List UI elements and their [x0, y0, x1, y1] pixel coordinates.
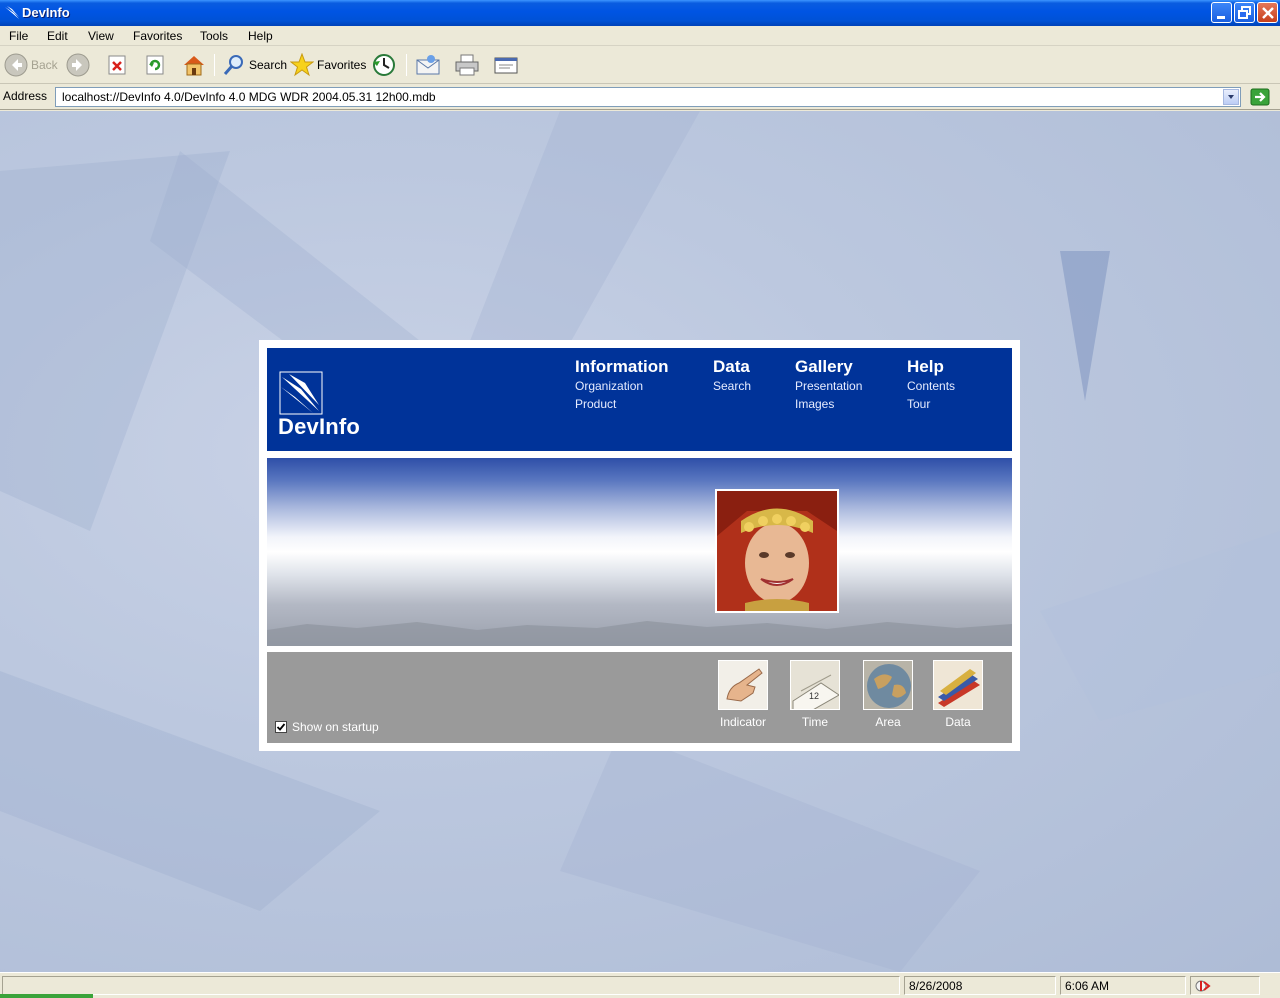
menu-tools[interactable]: Tools [200, 29, 228, 43]
devinfo-logo-icon [279, 371, 323, 415]
nav-contents-link[interactable]: Contents [907, 377, 955, 395]
security-zone-icon [1195, 980, 1211, 992]
edit-page-icon [494, 57, 518, 74]
nav-data: Data Search [713, 357, 751, 395]
title-bar[interactable]: DevInfo [0, 0, 1280, 26]
search-icon [223, 55, 243, 75]
nav-data-link[interactable]: Data [713, 357, 751, 377]
go-arrow-icon [1250, 88, 1270, 106]
data-shortcut[interactable]: Data [923, 660, 993, 729]
woman-portrait-photo [715, 489, 839, 613]
forward-button[interactable] [66, 52, 90, 78]
nav-information-link[interactable]: Information [575, 357, 669, 377]
address-dropdown-button[interactable] [1223, 89, 1239, 105]
browser-content: DevInfo Information Organization Product… [0, 111, 1280, 972]
stop-icon [108, 55, 126, 75]
books-icon [933, 660, 983, 710]
menu-favorites[interactable]: Favorites [133, 29, 182, 43]
data-label: Data [945, 715, 971, 729]
window-title: DevInfo [22, 5, 70, 20]
history-button[interactable] [371, 52, 397, 78]
area-shortcut[interactable]: Area [853, 660, 923, 729]
globe-icon [863, 660, 913, 710]
status-time: 6:06 AM [1060, 976, 1186, 995]
nav-product-link[interactable]: Product [575, 395, 669, 413]
status-progress-bar [0, 994, 93, 998]
time-shortcut[interactable]: 12 Time [780, 660, 850, 729]
status-date: 8/26/2008 [904, 976, 1056, 995]
menu-file[interactable]: File [9, 29, 28, 43]
forward-arrow-icon [66, 53, 90, 77]
nav-tour-link[interactable]: Tour [907, 395, 955, 413]
svg-text:12: 12 [809, 691, 819, 701]
nav-presentation-link[interactable]: Presentation [795, 377, 862, 395]
nav-information: Information Organization Product [575, 357, 669, 413]
stop-button[interactable] [106, 52, 128, 78]
show-on-startup-option[interactable]: Show on startup [275, 720, 379, 734]
print-button[interactable] [453, 52, 481, 78]
close-button[interactable] [1257, 2, 1278, 23]
status-main-pane [2, 976, 900, 995]
menu-edit[interactable]: Edit [47, 29, 68, 43]
toolbar: Back Search Favorites [0, 46, 1280, 84]
home-button[interactable] [181, 52, 207, 78]
search-button[interactable]: Search [222, 52, 287, 78]
go-button[interactable] [1250, 88, 1270, 106]
area-label: Area [875, 715, 901, 729]
favorites-label: Favorites [317, 58, 367, 72]
back-label: Back [31, 58, 58, 72]
address-label: Address [3, 89, 48, 103]
menu-view[interactable]: View [88, 29, 114, 43]
calendar-icon: 12 [790, 660, 840, 710]
indicator-shortcut[interactable]: Indicator [708, 660, 778, 729]
devinfo-banner [267, 458, 1012, 646]
minimize-button[interactable] [1211, 2, 1232, 23]
address-bar: Address localhost://DevInfo 4.0/DevInfo … [0, 84, 1280, 110]
address-value: localhost://DevInfo 4.0/DevInfo 4.0 MDG … [62, 90, 436, 104]
favorites-button[interactable]: Favorites [290, 52, 366, 78]
devinfo-logo-text: DevInfo [278, 414, 361, 439]
nav-gallery-link[interactable]: Gallery [795, 357, 862, 377]
toolbar-separator [214, 54, 215, 76]
refresh-icon [146, 55, 164, 75]
toolbar-separator [406, 54, 407, 76]
checkmark-icon [276, 723, 286, 731]
nav-gallery: Gallery Presentation Images [795, 357, 862, 413]
mountain-silhouette [267, 621, 1012, 646]
show-on-startup-checkbox[interactable] [275, 721, 287, 733]
time-label: Time [801, 715, 829, 729]
menu-bar: File Edit View Favorites Tools Help [0, 26, 1280, 46]
address-input[interactable]: localhost://DevInfo 4.0/DevInfo 4.0 MDG … [55, 87, 1241, 107]
indicator-label: Indicator [719, 715, 767, 729]
refresh-button[interactable] [144, 52, 166, 78]
chevron-down-icon [1228, 95, 1234, 99]
menu-help[interactable]: Help [248, 29, 273, 43]
back-arrow-icon [4, 53, 28, 77]
pointing-hand-icon [718, 660, 768, 710]
nav-help-link[interactable]: Help [907, 357, 955, 377]
nav-search-link[interactable]: Search [713, 377, 751, 395]
back-button[interactable]: Back [4, 52, 58, 78]
search-label: Search [249, 58, 288, 72]
favorites-star-icon [290, 53, 314, 77]
nav-images-link[interactable]: Images [795, 395, 862, 413]
mail-icon [416, 55, 440, 75]
nav-organization-link[interactable]: Organization [575, 377, 669, 395]
devinfo-header: DevInfo Information Organization Product… [267, 348, 1012, 451]
show-on-startup-label: Show on startup [292, 720, 379, 734]
restore-button[interactable] [1234, 2, 1255, 23]
nav-help: Help Contents Tour [907, 357, 955, 413]
edit-button[interactable] [492, 52, 520, 78]
home-icon [184, 56, 204, 76]
history-icon [373, 54, 395, 76]
devinfo-shortcut-bar: Indicator 12 Time Area Data Show on star… [267, 652, 1012, 743]
status-bar: 8/26/2008 6:06 AM [0, 972, 1280, 998]
mail-button[interactable] [415, 52, 441, 78]
status-zone-pane [1190, 976, 1260, 995]
devinfo-app-icon [4, 5, 20, 21]
printer-icon [455, 54, 479, 76]
devinfo-splash-panel: DevInfo Information Organization Product… [259, 340, 1020, 751]
